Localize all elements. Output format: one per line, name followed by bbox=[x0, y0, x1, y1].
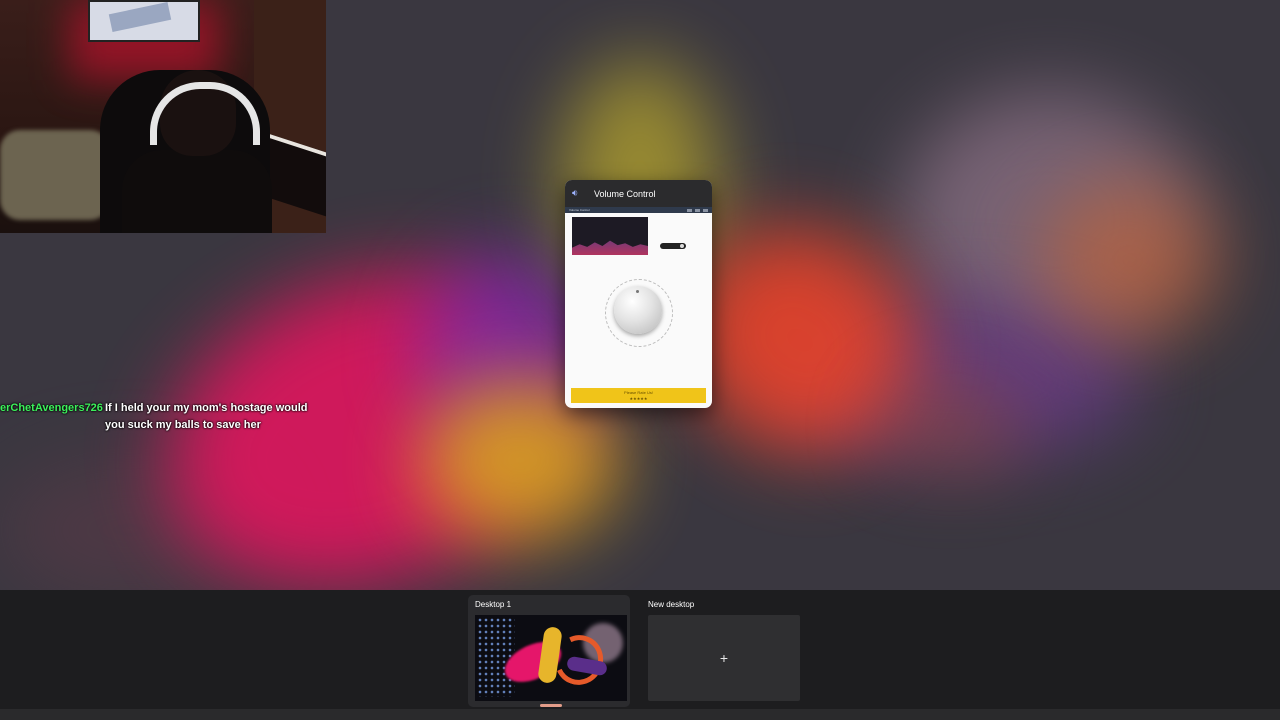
screen: erChetAvengers726 If I held your my mom'… bbox=[0, 0, 1280, 720]
volume-dial[interactable] bbox=[599, 275, 679, 347]
desktop-1-thumbnail[interactable] bbox=[475, 615, 627, 701]
audio-visualizer bbox=[572, 217, 648, 255]
new-desktop-card[interactable]: New desktop + bbox=[641, 595, 803, 707]
webcam-streamer-body bbox=[122, 150, 272, 233]
minimize-icon[interactable] bbox=[687, 208, 692, 212]
speaker-icon: 🔉︎ bbox=[572, 188, 579, 199]
inner-window-controls[interactable] bbox=[687, 208, 708, 212]
active-desktop-indicator bbox=[540, 704, 562, 707]
inner-window-bar: Volume Control bbox=[565, 207, 712, 213]
new-desktop-label: New desktop bbox=[648, 600, 695, 609]
rating-stars-icon: ★★★★★ bbox=[629, 396, 648, 401]
chat-username: erChetAvengers726 bbox=[0, 402, 103, 414]
desktop-1-label: Desktop 1 bbox=[475, 600, 512, 609]
webcam-bed bbox=[0, 130, 110, 220]
rate-us-button[interactable]: Please Rate Us! ★★★★★ bbox=[571, 388, 706, 403]
volume-knob[interactable] bbox=[614, 286, 662, 334]
rate-us-label: Please Rate Us! bbox=[624, 390, 653, 395]
chat-text: If I held your my mom's hostage would yo… bbox=[105, 402, 308, 431]
window-title: Volume Control bbox=[594, 188, 656, 199]
task-view-desktops-bar: Desktop 1 New desktop + bbox=[0, 590, 1280, 720]
new-desktop-button[interactable]: + bbox=[648, 615, 800, 701]
close-icon[interactable] bbox=[703, 208, 708, 212]
visualizer-bars bbox=[572, 240, 648, 255]
inner-window-title: Volume Control bbox=[569, 208, 590, 212]
desktop-1-card[interactable]: Desktop 1 bbox=[468, 595, 630, 707]
volume-control-window[interactable]: 🔉︎ Volume Control Volume Control Please … bbox=[565, 180, 712, 408]
plus-icon: + bbox=[719, 650, 729, 666]
taskbar-edge bbox=[0, 709, 1280, 720]
wallpaper-blob bbox=[880, 380, 1020, 470]
webcam-overlay bbox=[0, 0, 326, 233]
toggle-switch[interactable] bbox=[660, 243, 686, 249]
webcam-tv bbox=[88, 0, 200, 42]
wallpaper-blob bbox=[1040, 180, 1220, 340]
window-titlebar[interactable]: 🔉︎ Volume Control bbox=[565, 180, 712, 207]
maximize-icon[interactable] bbox=[695, 208, 700, 212]
